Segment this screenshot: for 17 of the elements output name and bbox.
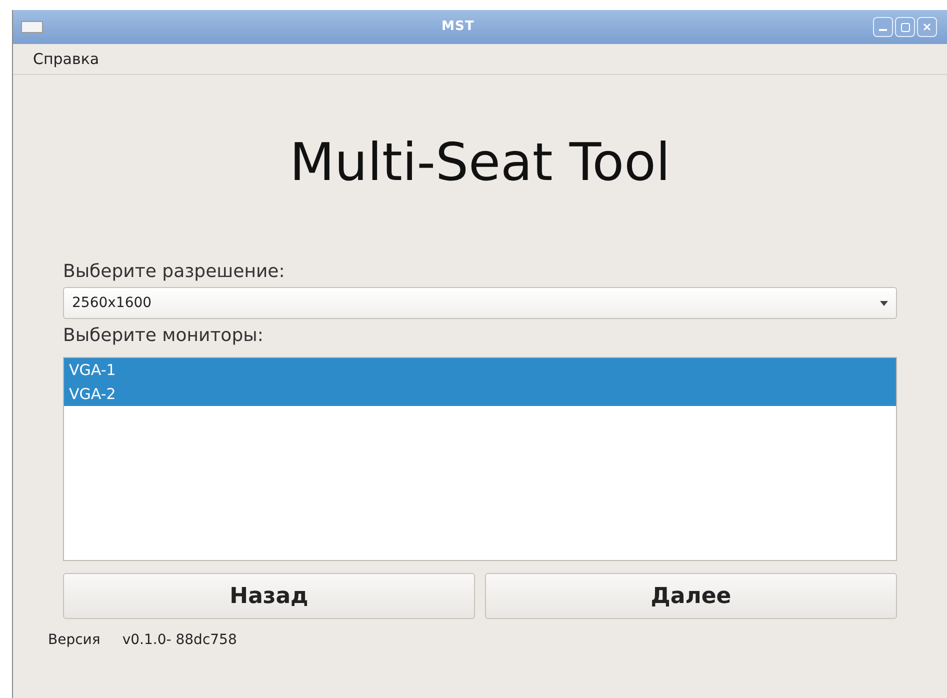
- field-label: Выберите мониторы:: [63, 325, 264, 347]
- resolution-dropdown[interactable]: 2560x1600: [63, 287, 897, 319]
- version-label: Версия: [48, 631, 100, 650]
- nav-button[interactable]: Назад: [63, 573, 475, 619]
- maximize-icon[interactable]: [895, 17, 915, 37]
- menu-item[interactable]: Справка: [33, 48, 100, 70]
- version-value: v0.1.0- 88dc758: [122, 631, 237, 650]
- monitor-list-item[interactable]: VGA-1: [64, 358, 896, 382]
- app-heading: Multi-Seat Tool: [290, 137, 670, 189]
- window-icon: [21, 21, 43, 33]
- nav-button[interactable]: Далее: [485, 573, 897, 619]
- close-icon[interactable]: [917, 17, 937, 37]
- monitor-list-item[interactable]: VGA-2: [64, 382, 896, 406]
- field-label: Выберите разрешение:: [63, 261, 286, 283]
- dropdown-caret-icon: [880, 300, 888, 306]
- window-title: MST: [441, 18, 475, 36]
- minimize-icon[interactable]: [873, 17, 893, 37]
